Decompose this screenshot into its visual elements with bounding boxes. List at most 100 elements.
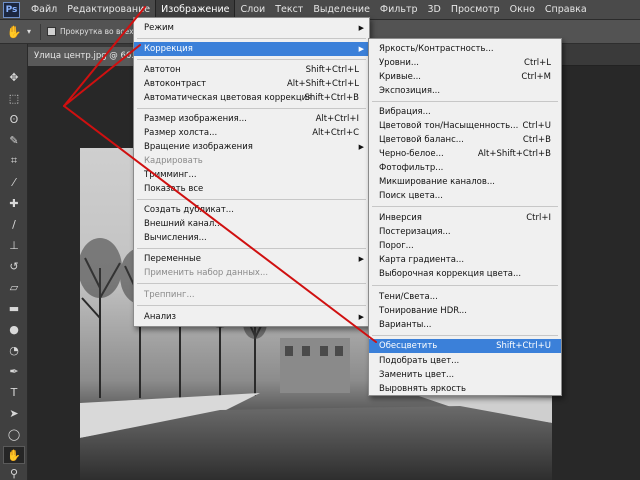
ellipse-tool-icon[interactable]: ◯ (3, 425, 25, 443)
adj-selective-color[interactable]: Выборочная коррекция цвета... (369, 267, 561, 281)
adj-exposure[interactable]: Экспозиция... (369, 84, 561, 98)
adj-black-white[interactable]: Черно-белое... Alt+Shift+Ctrl+B (369, 147, 561, 161)
adj-replace-color[interactable]: Заменить цвет... (369, 368, 561, 382)
scroll-all-windows-checkbox[interactable] (47, 27, 56, 36)
adj-channel-mixer[interactable]: Микширование каналов... (369, 175, 561, 189)
shortcut-label: Shift+Ctrl+B (304, 93, 359, 103)
menu-item-apply-image[interactable]: Внешний канал... (134, 217, 369, 231)
submenu-arrow-icon: ▶ (358, 143, 364, 151)
adj-exposure-label: Экспозиция... (379, 86, 441, 96)
adj-posterize[interactable]: Постеризация... (369, 225, 561, 239)
adj-gradient-map-label: Карта градиента... (379, 255, 465, 265)
blur-tool-icon[interactable]: ● (3, 320, 25, 338)
menu-item-analysis-label: Анализ (144, 312, 177, 322)
adj-color-lookup[interactable]: Поиск цвета... (369, 189, 561, 203)
adj-vibrance[interactable]: Вибрация... (369, 105, 561, 119)
menu-item-autotone[interactable]: Автотон Shift+Ctrl+L (134, 63, 369, 77)
adj-shadows-highlights[interactable]: Тени/Света... (369, 290, 561, 304)
adj-desaturate-label: Обесцветить (379, 341, 438, 351)
menu-item-variables[interactable]: Переменные ▶ (134, 252, 369, 266)
clone-stamp-tool-icon[interactable]: ⊥ (3, 236, 25, 254)
tool-preset-chevron-icon[interactable]: ▾ (24, 23, 34, 41)
menu-item-image-size[interactable]: Размер изображения... Alt+Ctrl+I (134, 112, 369, 126)
adj-gradient-map[interactable]: Карта градиента... (369, 253, 561, 267)
brush-tool-icon[interactable]: / (3, 215, 25, 233)
adj-variations[interactable]: Варианты... (369, 318, 561, 332)
hand-tool-icon[interactable]: ✋ (4, 23, 24, 41)
menu-item-apply-data-set: Применить набор данных... (134, 266, 369, 280)
adj-threshold[interactable]: Порог... (369, 239, 561, 253)
menu-window[interactable]: Окно (505, 0, 540, 20)
submenu-arrow-icon: ▶ (358, 255, 364, 263)
adj-photo-filter-label: Фотофильтр... (379, 163, 444, 173)
menu-item-mode[interactable]: Режим ▶ (134, 21, 369, 35)
menu-3d[interactable]: 3D (423, 0, 446, 20)
menu-item-autocontrast-label: Автоконтраст (144, 79, 207, 89)
adj-invert[interactable]: Инверсия Ctrl+I (369, 211, 561, 225)
adj-posterize-label: Постеризация... (379, 227, 451, 237)
toolbox: ✥ ⬚ ʘ ✎ ⌗ ⁄ ✚ / ⊥ ↺ ▱ ▬ ● ◔ ✒ T ➤ ◯ ✋ ⚲ (0, 44, 28, 480)
photoshop-logo-icon: Ps (3, 1, 20, 18)
zoom-tool-icon[interactable]: ⚲ (3, 464, 25, 480)
adj-brightness-contrast[interactable]: Яркость/Контрастность... (369, 42, 561, 56)
shortcut-label: Ctrl+B (522, 135, 551, 145)
adjustments-submenu: Яркость/Контрастность... Уровни... Ctrl+… (368, 38, 562, 396)
menu-item-rotation[interactable]: Вращение изображения ▶ (134, 140, 369, 154)
shortcut-label: Shift+Ctrl+L (305, 65, 359, 75)
adj-hue-saturation[interactable]: Цветовой тон/Насыщенность... Ctrl+U (369, 119, 561, 133)
menu-item-calculations[interactable]: Вычисления... (134, 231, 369, 245)
history-brush-tool-icon[interactable]: ↺ (3, 257, 25, 275)
adj-hdr-toning[interactable]: Тонирование HDR... (369, 304, 561, 318)
lasso-tool-icon[interactable]: ʘ (3, 110, 25, 128)
move-tool-icon[interactable]: ✥ (3, 68, 25, 86)
shortcut-label: Alt+Shift+Ctrl+L (286, 79, 359, 89)
adj-shadows-highlights-label: Тени/Света... (379, 292, 438, 302)
hand-tool-button-icon[interactable]: ✋ (3, 446, 25, 464)
menu-item-canvas-size-label: Размер холста... (144, 128, 218, 138)
adj-levels[interactable]: Уровни... Ctrl+L (369, 56, 561, 70)
document-tab[interactable]: Улица центр.jpg @ 66.7% (28, 47, 134, 66)
eraser-tool-icon[interactable]: ▱ (3, 278, 25, 296)
menu-item-trim[interactable]: Тримминг... (134, 168, 369, 182)
gradient-tool-icon[interactable]: ▬ (3, 299, 25, 317)
adj-hdr-toning-label: Тонирование HDR... (379, 306, 467, 316)
menu-file[interactable]: Файл (26, 0, 62, 20)
menu-item-calculations-label: Вычисления... (144, 233, 207, 243)
menu-item-trim-label: Тримминг... (144, 170, 197, 180)
adj-photo-filter[interactable]: Фотофильтр... (369, 161, 561, 175)
menu-item-duplicate[interactable]: Создать дубликат... (134, 203, 369, 217)
adj-color-balance[interactable]: Цветовой баланс... Ctrl+B (369, 133, 561, 147)
crop-tool-icon[interactable]: ⌗ (3, 152, 25, 170)
dodge-tool-icon[interactable]: ◔ (3, 341, 25, 359)
eyedropper-tool-icon[interactable]: ⁄ (3, 173, 25, 191)
menu-separator (137, 59, 366, 60)
menu-item-canvas-size[interactable]: Размер холста... Alt+Ctrl+C (134, 126, 369, 140)
menu-help[interactable]: Справка (540, 0, 592, 20)
adj-match-color[interactable]: Подобрать цвет... (369, 354, 561, 368)
menu-item-mode-label: Режим (144, 23, 174, 33)
menu-item-analysis[interactable]: Анализ ▶ (134, 310, 369, 324)
menu-item-reveal-all[interactable]: Показать все (134, 182, 369, 196)
marquee-tool-icon[interactable]: ⬚ (3, 89, 25, 107)
path-select-tool-icon[interactable]: ➤ (3, 404, 25, 422)
submenu-arrow-icon: ▶ (358, 24, 364, 32)
shortcut-label: Alt+Ctrl+I (315, 114, 359, 124)
menu-filter[interactable]: Фильтр (375, 0, 423, 20)
adj-equalize[interactable]: Выровнять яркость (369, 382, 561, 396)
adj-desaturate[interactable]: Обесцветить Shift+Ctrl+U (369, 339, 561, 353)
adj-replace-color-label: Заменить цвет... (379, 370, 455, 380)
healing-brush-tool-icon[interactable]: ✚ (3, 194, 25, 212)
shortcut-label: Ctrl+L (524, 58, 551, 68)
quick-select-tool-icon[interactable]: ✎ (3, 131, 25, 149)
menu-item-trap: Треппинг... (134, 288, 369, 302)
adj-hue-saturation-label: Цветовой тон/Насыщенность... (379, 121, 519, 131)
menu-item-adjustments[interactable]: Коррекция ▶ (134, 42, 369, 56)
adj-curves[interactable]: Кривые... Ctrl+M (369, 70, 561, 84)
menu-item-autocontrast[interactable]: Автоконтраст Alt+Shift+Ctrl+L (134, 77, 369, 91)
menu-item-crop-label: Кадрировать (144, 156, 203, 166)
menu-separator (137, 248, 366, 249)
menu-item-autocolor[interactable]: Автоматическая цветовая коррекция Shift+… (134, 91, 369, 105)
type-tool-icon[interactable]: T (3, 383, 25, 401)
menu-view[interactable]: Просмотр (446, 0, 505, 20)
pen-tool-icon[interactable]: ✒ (3, 362, 25, 380)
